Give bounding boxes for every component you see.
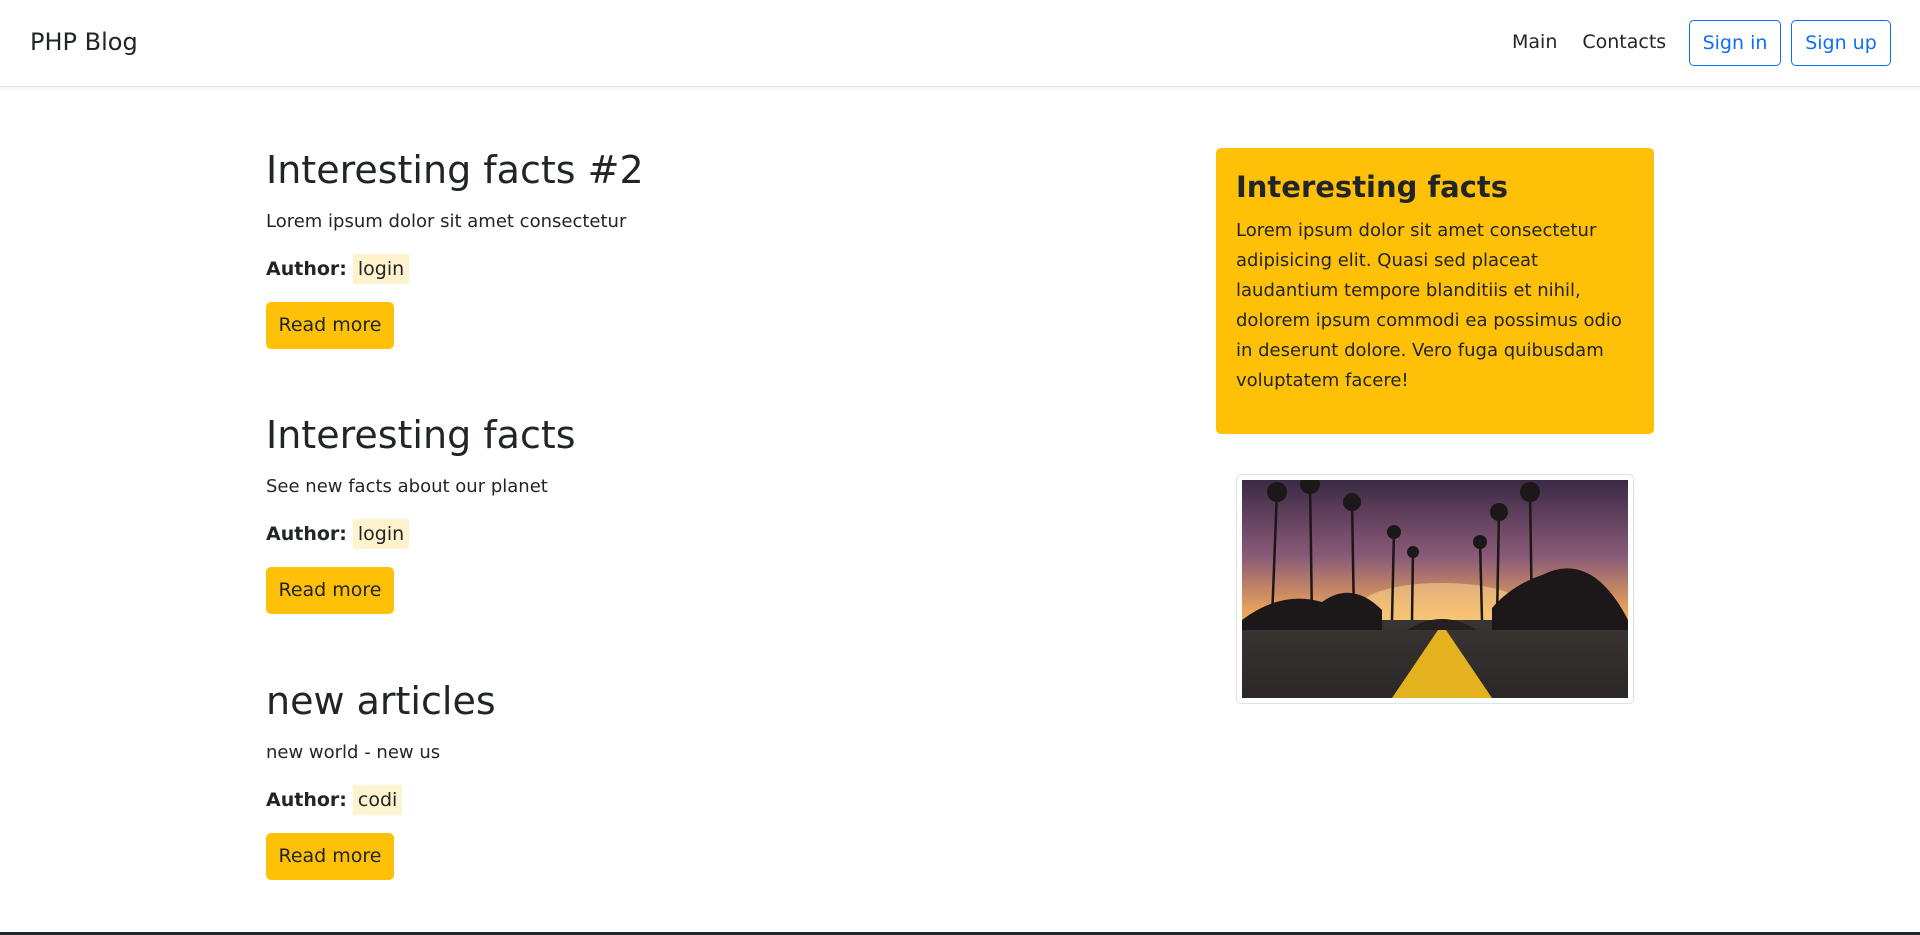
brand-link[interactable]: PHP Blog xyxy=(30,28,138,56)
sunset-road-illustration xyxy=(1242,480,1628,698)
author-name: codi xyxy=(352,784,403,815)
sign-in-button[interactable]: Sign in xyxy=(1689,20,1781,66)
author-name: login xyxy=(352,253,410,284)
sunset-road-image xyxy=(1242,480,1628,698)
nav-links: Main Contacts xyxy=(1512,31,1691,53)
post-author: Author: login xyxy=(266,253,644,284)
sidebar-card: Interesting facts Lorem ipsum dolor sit … xyxy=(1216,148,1654,434)
read-more-button[interactable]: Read more xyxy=(266,301,394,349)
post-title: Interesting facts #2 xyxy=(266,148,644,192)
post-item: new articles new world - new us Author: … xyxy=(266,679,496,880)
sidebar-title: Interesting facts xyxy=(1236,170,1509,204)
author-name: login xyxy=(352,518,410,549)
post-description: See new facts about our planet xyxy=(266,475,548,497)
read-more-button[interactable]: Read more xyxy=(266,566,394,614)
nav-link-contacts[interactable]: Contacts xyxy=(1582,31,1666,53)
author-label: Author: xyxy=(266,788,347,811)
author-label: Author: xyxy=(266,522,347,545)
post-title: Interesting facts xyxy=(266,413,576,457)
post-author: Author: codi xyxy=(266,784,496,815)
nav-link-main[interactable]: Main xyxy=(1512,31,1557,53)
sign-up-button[interactable]: Sign up xyxy=(1791,20,1891,66)
sidebar-image xyxy=(1236,474,1634,704)
post-description: new world - new us xyxy=(266,741,441,763)
post-item: Interesting facts #2 Lorem ipsum dolor s… xyxy=(266,148,644,349)
post-title: new articles xyxy=(266,679,496,723)
sidebar-text: Lorem ipsum dolor sit amet consectetur a… xyxy=(1236,220,1622,391)
author-label: Author: xyxy=(266,257,347,280)
post-item: Interesting facts See new facts about ou… xyxy=(266,413,576,614)
read-more-button[interactable]: Read more xyxy=(266,832,394,880)
post-description: Lorem ipsum dolor sit amet consectetur xyxy=(266,210,627,232)
navbar: PHP Blog Main Contacts Sign in Sign up xyxy=(0,0,1920,87)
post-author: Author: login xyxy=(266,518,576,549)
